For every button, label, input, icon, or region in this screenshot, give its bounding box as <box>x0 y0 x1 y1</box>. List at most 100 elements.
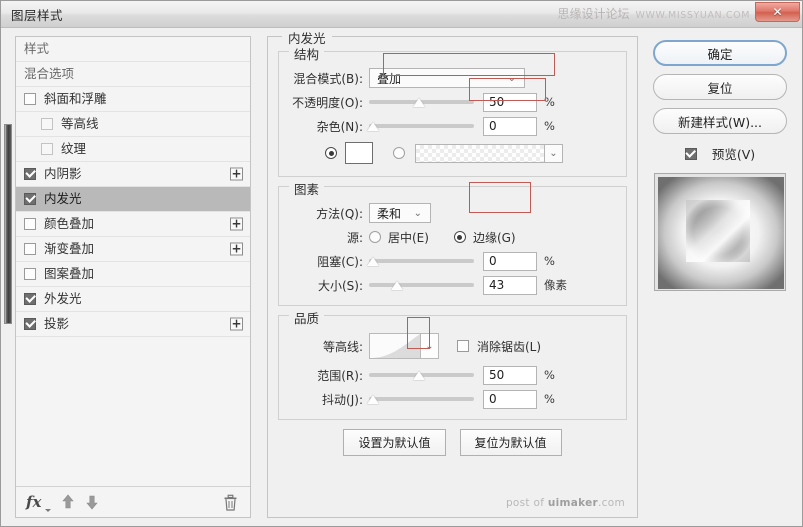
style-row-7[interactable]: 颜色叠加 + <box>16 212 250 237</box>
gradient-radio[interactable] <box>393 147 405 159</box>
size-input[interactable]: 43 <box>483 275 537 295</box>
style-checkbox[interactable] <box>24 168 36 180</box>
source-edge-radio[interactable] <box>453 231 466 243</box>
chevron-down-icon[interactable] <box>45 509 52 512</box>
choke-input[interactable]: 0 <box>483 251 537 271</box>
style-row-6[interactable]: 内发光 <box>16 187 250 212</box>
gradient-preview[interactable] <box>415 143 545 163</box>
choke-unit: % <box>544 254 555 268</box>
noise-slider[interactable] <box>367 117 474 135</box>
color-radio[interactable] <box>325 147 337 159</box>
elements-group: 图素 方法(Q): 柔和 ⌄ 源: 居中(E) 边缘(G) 阻塞(C): 0 %… <box>278 179 627 306</box>
move-down-arrow-icon[interactable] <box>85 494 99 510</box>
style-checkbox[interactable] <box>24 268 36 280</box>
structure-group: 结构 混合模式(B): 叠加 ⌄ 不透明度(O): 50 % 杂色(N): 0 … <box>278 44 627 177</box>
style-row-label: 等高线 <box>61 115 99 131</box>
styles-list[interactable]: 样式 混合选项 斜面和浮雕等高线纹理内阴影 + 内发光 颜色叠加 + 渐变叠加 + 图案叠加 外发光… <box>16 37 250 487</box>
slider-thumb[interactable] <box>413 371 425 380</box>
opacity-slider[interactable] <box>369 93 474 111</box>
slider-thumb[interactable] <box>367 122 379 131</box>
jitter-slider[interactable] <box>367 390 474 408</box>
opacity-input[interactable]: 50 <box>483 92 537 112</box>
resize-grip-handle[interactable] <box>4 124 12 324</box>
titlebar: 图层样式 思缘设计论坛 WWW.MISSYUAN.COM ✕ <box>1 1 802 28</box>
style-checkbox[interactable] <box>41 143 53 155</box>
noise-input[interactable]: 0 <box>483 116 537 136</box>
style-row-2[interactable]: 斜面和浮雕 <box>16 87 250 112</box>
style-row-3[interactable]: 等高线 <box>16 112 250 137</box>
style-checkbox[interactable] <box>24 218 36 230</box>
technique-select[interactable]: 柔和 ⌄ <box>369 203 431 223</box>
style-checkbox[interactable] <box>24 318 36 330</box>
blend-mode-select[interactable]: 叠加 ⌄ <box>369 68 525 88</box>
quality-group: 品质 等高线: ⌄ 消除锯齿(L) 范围(R): 50 % 抖动(J): 0 % <box>278 308 627 420</box>
move-up-arrow-icon[interactable] <box>61 494 75 510</box>
chevron-down-icon[interactable]: ⌄ <box>545 143 563 163</box>
add-effect-plus-icon[interactable]: + <box>230 167 243 181</box>
style-row-label: 内阴影 <box>44 165 82 181</box>
style-row-10[interactable]: 外发光 <box>16 287 250 312</box>
add-effect-plus-icon[interactable]: + <box>230 317 243 331</box>
style-checkbox[interactable] <box>24 93 36 105</box>
technique-value: 柔和 <box>377 206 402 221</box>
size-unit: 像素 <box>544 278 567 292</box>
fx-icon[interactable]: fx <box>26 493 41 511</box>
noise-label: 杂色(N): <box>316 119 363 134</box>
style-row-1[interactable]: 混合选项 <box>16 62 250 87</box>
trash-icon[interactable] <box>223 494 238 515</box>
range-input[interactable]: 50 <box>483 365 537 385</box>
chevron-down-icon[interactable]: ⌄ <box>421 333 439 359</box>
blend-mode-label: 混合模式(B): <box>293 71 363 86</box>
slider-thumb[interactable] <box>413 98 425 107</box>
style-row-5[interactable]: 内阴影 + <box>16 162 250 187</box>
style-checkbox[interactable] <box>41 118 53 130</box>
slider-track <box>369 259 474 263</box>
source-label: 源: <box>346 230 363 245</box>
slider-thumb[interactable] <box>391 281 403 290</box>
choke-slider[interactable] <box>367 252 474 270</box>
style-row-8[interactable]: 渐变叠加 + <box>16 237 250 262</box>
new-style-button[interactable]: 新建样式(W)... <box>653 108 787 134</box>
range-slider[interactable] <box>369 366 474 384</box>
contour-curve-icon <box>370 334 420 358</box>
style-checkbox[interactable] <box>24 243 36 255</box>
ok-button[interactable]: 确定 <box>653 40 787 66</box>
watermark-bottom-brand: uimaker <box>547 497 599 509</box>
range-label: 范围(R): <box>317 368 363 383</box>
chevron-down-icon: ⌄ <box>413 207 422 219</box>
preview-checkbox[interactable] <box>684 147 697 160</box>
slider-thumb[interactable] <box>367 395 379 404</box>
right-panel: 确定 复位 新建样式(W)... 预览(V) <box>646 36 794 518</box>
color-swatch[interactable] <box>345 142 373 164</box>
antialias-checkbox[interactable] <box>457 340 469 352</box>
close-icon[interactable]: ✕ <box>755 2 800 22</box>
size-slider[interactable] <box>369 276 474 294</box>
style-row-9[interactable]: 图案叠加 <box>16 262 250 287</box>
jitter-row: 抖动(J): 0 % <box>287 387 618 411</box>
quality-title: 品质 <box>289 308 325 327</box>
source-center-label: 居中(E) <box>388 230 429 245</box>
elements-title: 图素 <box>289 179 325 198</box>
style-row-0[interactable]: 样式 <box>16 37 250 62</box>
blend-mode-value: 叠加 <box>377 71 402 86</box>
preview-thumbnail <box>654 173 786 291</box>
add-effect-plus-icon[interactable]: + <box>230 217 243 231</box>
style-checkbox[interactable] <box>24 193 36 205</box>
set-default-button[interactable]: 设置为默认值 <box>343 429 446 456</box>
blend-mode-row: 混合模式(B): 叠加 ⌄ <box>287 53 618 90</box>
jitter-label: 抖动(J): <box>322 392 363 407</box>
watermark-bottom: post of uimaker.com <box>506 497 625 509</box>
add-effect-plus-icon[interactable]: + <box>230 242 243 256</box>
slider-track <box>369 283 474 287</box>
style-checkbox[interactable] <box>24 293 36 305</box>
reset-button[interactable]: 复位 <box>653 74 787 100</box>
reset-default-button[interactable]: 复位为默认值 <box>459 429 562 456</box>
styles-toolbar: fx <box>16 487 250 517</box>
preview-label: 预览(V) <box>711 147 756 162</box>
jitter-input[interactable]: 0 <box>483 389 537 409</box>
slider-thumb[interactable] <box>367 257 379 266</box>
style-row-4[interactable]: 纹理 <box>16 137 250 162</box>
style-row-11[interactable]: 投影 + <box>16 312 250 337</box>
contour-preview[interactable] <box>369 333 421 359</box>
source-center-radio[interactable] <box>369 231 381 243</box>
